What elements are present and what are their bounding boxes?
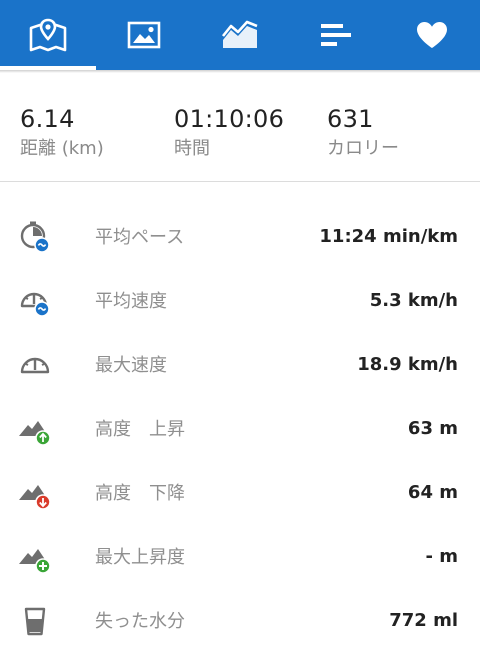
average-pace-value: 11:24 min/km xyxy=(319,225,458,247)
mountain-max-icon xyxy=(19,549,51,574)
descent-label: 高度 下降 xyxy=(95,483,185,504)
water-glass-icon xyxy=(24,607,46,636)
list-item-ascent: 高度 上昇 63 m xyxy=(0,396,480,460)
calories-stat: 631 カロリー xyxy=(327,104,399,162)
water-lost-value: 772 ml xyxy=(389,609,458,631)
distance-stat: 6.14 距離 (km) xyxy=(20,104,104,162)
calories-value: 631 xyxy=(327,105,374,133)
average-speed-value: 5.3 km/h xyxy=(369,289,458,311)
water-lost-label: 失った水分 xyxy=(95,611,185,632)
tab-map[interactable] xyxy=(0,0,96,70)
stopwatch-pace-icon xyxy=(20,221,50,253)
tab-heart[interactable] xyxy=(384,0,480,70)
max-speed-value: 18.9 km/h xyxy=(357,353,458,375)
mountain-ascent-icon xyxy=(19,421,51,446)
distance-label: 距離 (km) xyxy=(20,138,104,159)
max-ascent-value: - m xyxy=(425,545,459,567)
tab-bar xyxy=(0,0,480,70)
speedometer-average-icon xyxy=(20,292,50,317)
speedometer-icon xyxy=(20,357,50,374)
calories-label: カロリー xyxy=(327,138,399,159)
chart-icon xyxy=(221,20,258,48)
average-speed-label: 平均速度 xyxy=(95,291,167,312)
map-icon xyxy=(29,18,67,52)
max-speed-label: 最大速度 xyxy=(95,355,167,376)
distance-value: 6.14 xyxy=(20,105,75,133)
ascent-value: 63 m xyxy=(407,417,458,439)
list-item-max-ascent: 最大上昇度 - m xyxy=(0,524,480,588)
descent-value: 64 m xyxy=(407,481,458,503)
tab-bar-shadow xyxy=(0,70,480,73)
list-item-descent: 高度 下降 64 m xyxy=(0,460,480,524)
list-item-max-speed: 最大速度 18.9 km/h xyxy=(0,332,480,396)
time-label: 時間 xyxy=(174,138,210,159)
average-pace-label: 平均ペース xyxy=(95,227,185,248)
time-value: 01:10:06 xyxy=(174,105,285,133)
list-item-water-lost: 失った水分 772 ml xyxy=(0,588,480,652)
time-stat: 01:10:06 時間 xyxy=(174,104,284,162)
summary-panel: 6.14 距離 (km) 01:10:06 時間 631 カロリー xyxy=(0,74,480,182)
heart-icon xyxy=(417,22,447,48)
max-ascent-label: 最大上昇度 xyxy=(95,547,185,568)
bars-icon xyxy=(321,24,351,46)
tab-photos[interactable] xyxy=(96,0,192,70)
tab-graph[interactable] xyxy=(192,0,288,70)
tab-stats[interactable] xyxy=(288,0,384,70)
mountain-descent-icon xyxy=(19,485,51,510)
ascent-label: 高度 上昇 xyxy=(95,419,185,440)
image-icon xyxy=(127,21,161,49)
list-item-average-speed: 平均速度 5.3 km/h xyxy=(0,268,480,332)
list-item-average-pace: 平均ペース 11:24 min/km xyxy=(0,204,480,268)
